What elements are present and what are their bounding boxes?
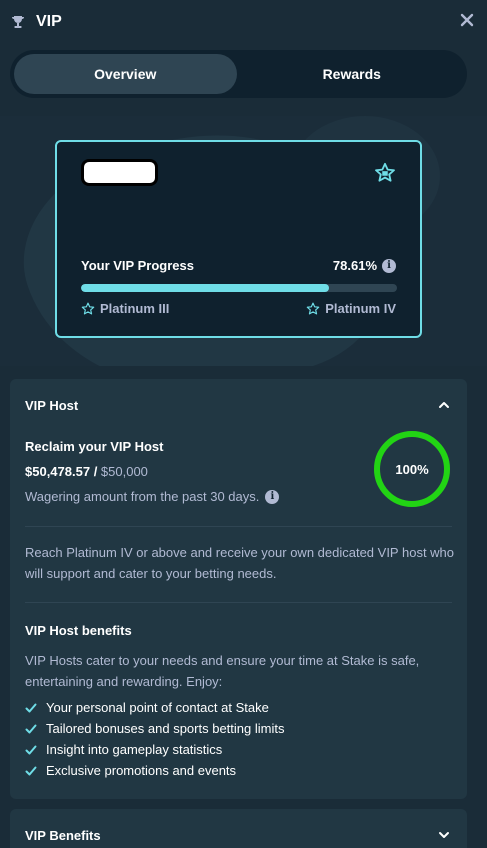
- benefit-text: Insight into gameplay statistics: [46, 742, 223, 757]
- platinum-star-icon: [81, 302, 95, 314]
- vip-host-benefits-title: VIP Host benefits: [25, 623, 132, 638]
- next-tier-label: Platinum IV: [325, 301, 396, 316]
- username-redacted: [81, 159, 158, 186]
- current-tier-label: Platinum III: [100, 301, 170, 316]
- vip-progress-label: Your VIP Progress: [81, 258, 194, 273]
- platinum-star-icon: [306, 302, 320, 314]
- list-item: Your personal point of contact at Stake: [25, 697, 284, 718]
- close-button[interactable]: [459, 12, 475, 28]
- vip-progress-card: Your VIP Progress 78.61% i Platinum III …: [55, 140, 422, 338]
- benefit-text: Tailored bonuses and sports betting limi…: [46, 721, 285, 736]
- reclaim-title: Reclaim your VIP Host: [25, 439, 164, 454]
- tab-rewards[interactable]: Rewards: [241, 54, 464, 94]
- tab-bar: Overview Rewards: [10, 50, 467, 98]
- check-icon: [25, 702, 37, 714]
- amount-current: $50,478.57: [25, 464, 91, 479]
- progress-percent-text: 78.61%: [332, 258, 377, 273]
- wager-amount: $50,478.57 / $50,000: [25, 464, 148, 479]
- next-tier: Platinum IV: [306, 301, 396, 316]
- progress-ring-label: 100%: [395, 461, 429, 477]
- benefit-list: Your personal point of contact at Stake …: [25, 697, 284, 781]
- list-item: Tailored bonuses and sports betting limi…: [25, 718, 284, 739]
- vip-host-heading: VIP Host: [25, 398, 79, 413]
- list-item: Insight into gameplay statistics: [25, 739, 284, 760]
- vip-star-icon: [374, 162, 396, 184]
- chevron-down-icon[interactable]: [437, 828, 451, 842]
- info-icon[interactable]: i: [382, 258, 396, 273]
- list-item: Exclusive promotions and events: [25, 760, 284, 781]
- vip-progress-bar: [81, 284, 397, 292]
- benefit-text: Your personal point of contact at Stake: [46, 700, 269, 715]
- vip-benefits-heading: VIP Benefits: [25, 828, 101, 843]
- check-icon: [25, 723, 37, 735]
- vip-host-description: Reach Platinum IV or above and receive y…: [25, 545, 455, 581]
- vip-progress-fill: [81, 284, 330, 292]
- amount-target: $50,000: [100, 464, 148, 479]
- vip-host-benefits-desc: VIP Hosts cater to your needs and ensure…: [25, 653, 420, 689]
- header: VIP: [0, 0, 487, 44]
- chevron-up-icon[interactable]: [437, 398, 451, 412]
- benefit-text: Exclusive promotions and events: [46, 763, 237, 778]
- check-icon: [25, 744, 37, 756]
- trophy-icon: [10, 14, 26, 30]
- page-title: VIP: [36, 13, 62, 30]
- tab-overview[interactable]: Overview: [14, 54, 237, 94]
- vip-progress-percent: 78.61% i: [333, 258, 396, 273]
- close-icon[interactable]: [460, 13, 474, 27]
- vip-benefits-panel[interactable]: VIP Benefits: [10, 809, 467, 848]
- current-tier: Platinum III: [81, 301, 169, 316]
- amount-separator: /: [90, 464, 101, 479]
- wager-note: Wagering amount from the past 30 days. i: [25, 489, 280, 504]
- wager-note-text: Wagering amount from the past 30 days.: [25, 489, 260, 504]
- divider: [25, 526, 452, 527]
- divider: [25, 602, 452, 603]
- check-icon: [25, 765, 37, 777]
- vip-host-panel: VIP Host Reclaim your VIP Host $50,478.5…: [10, 379, 467, 799]
- info-icon[interactable]: i: [265, 489, 280, 504]
